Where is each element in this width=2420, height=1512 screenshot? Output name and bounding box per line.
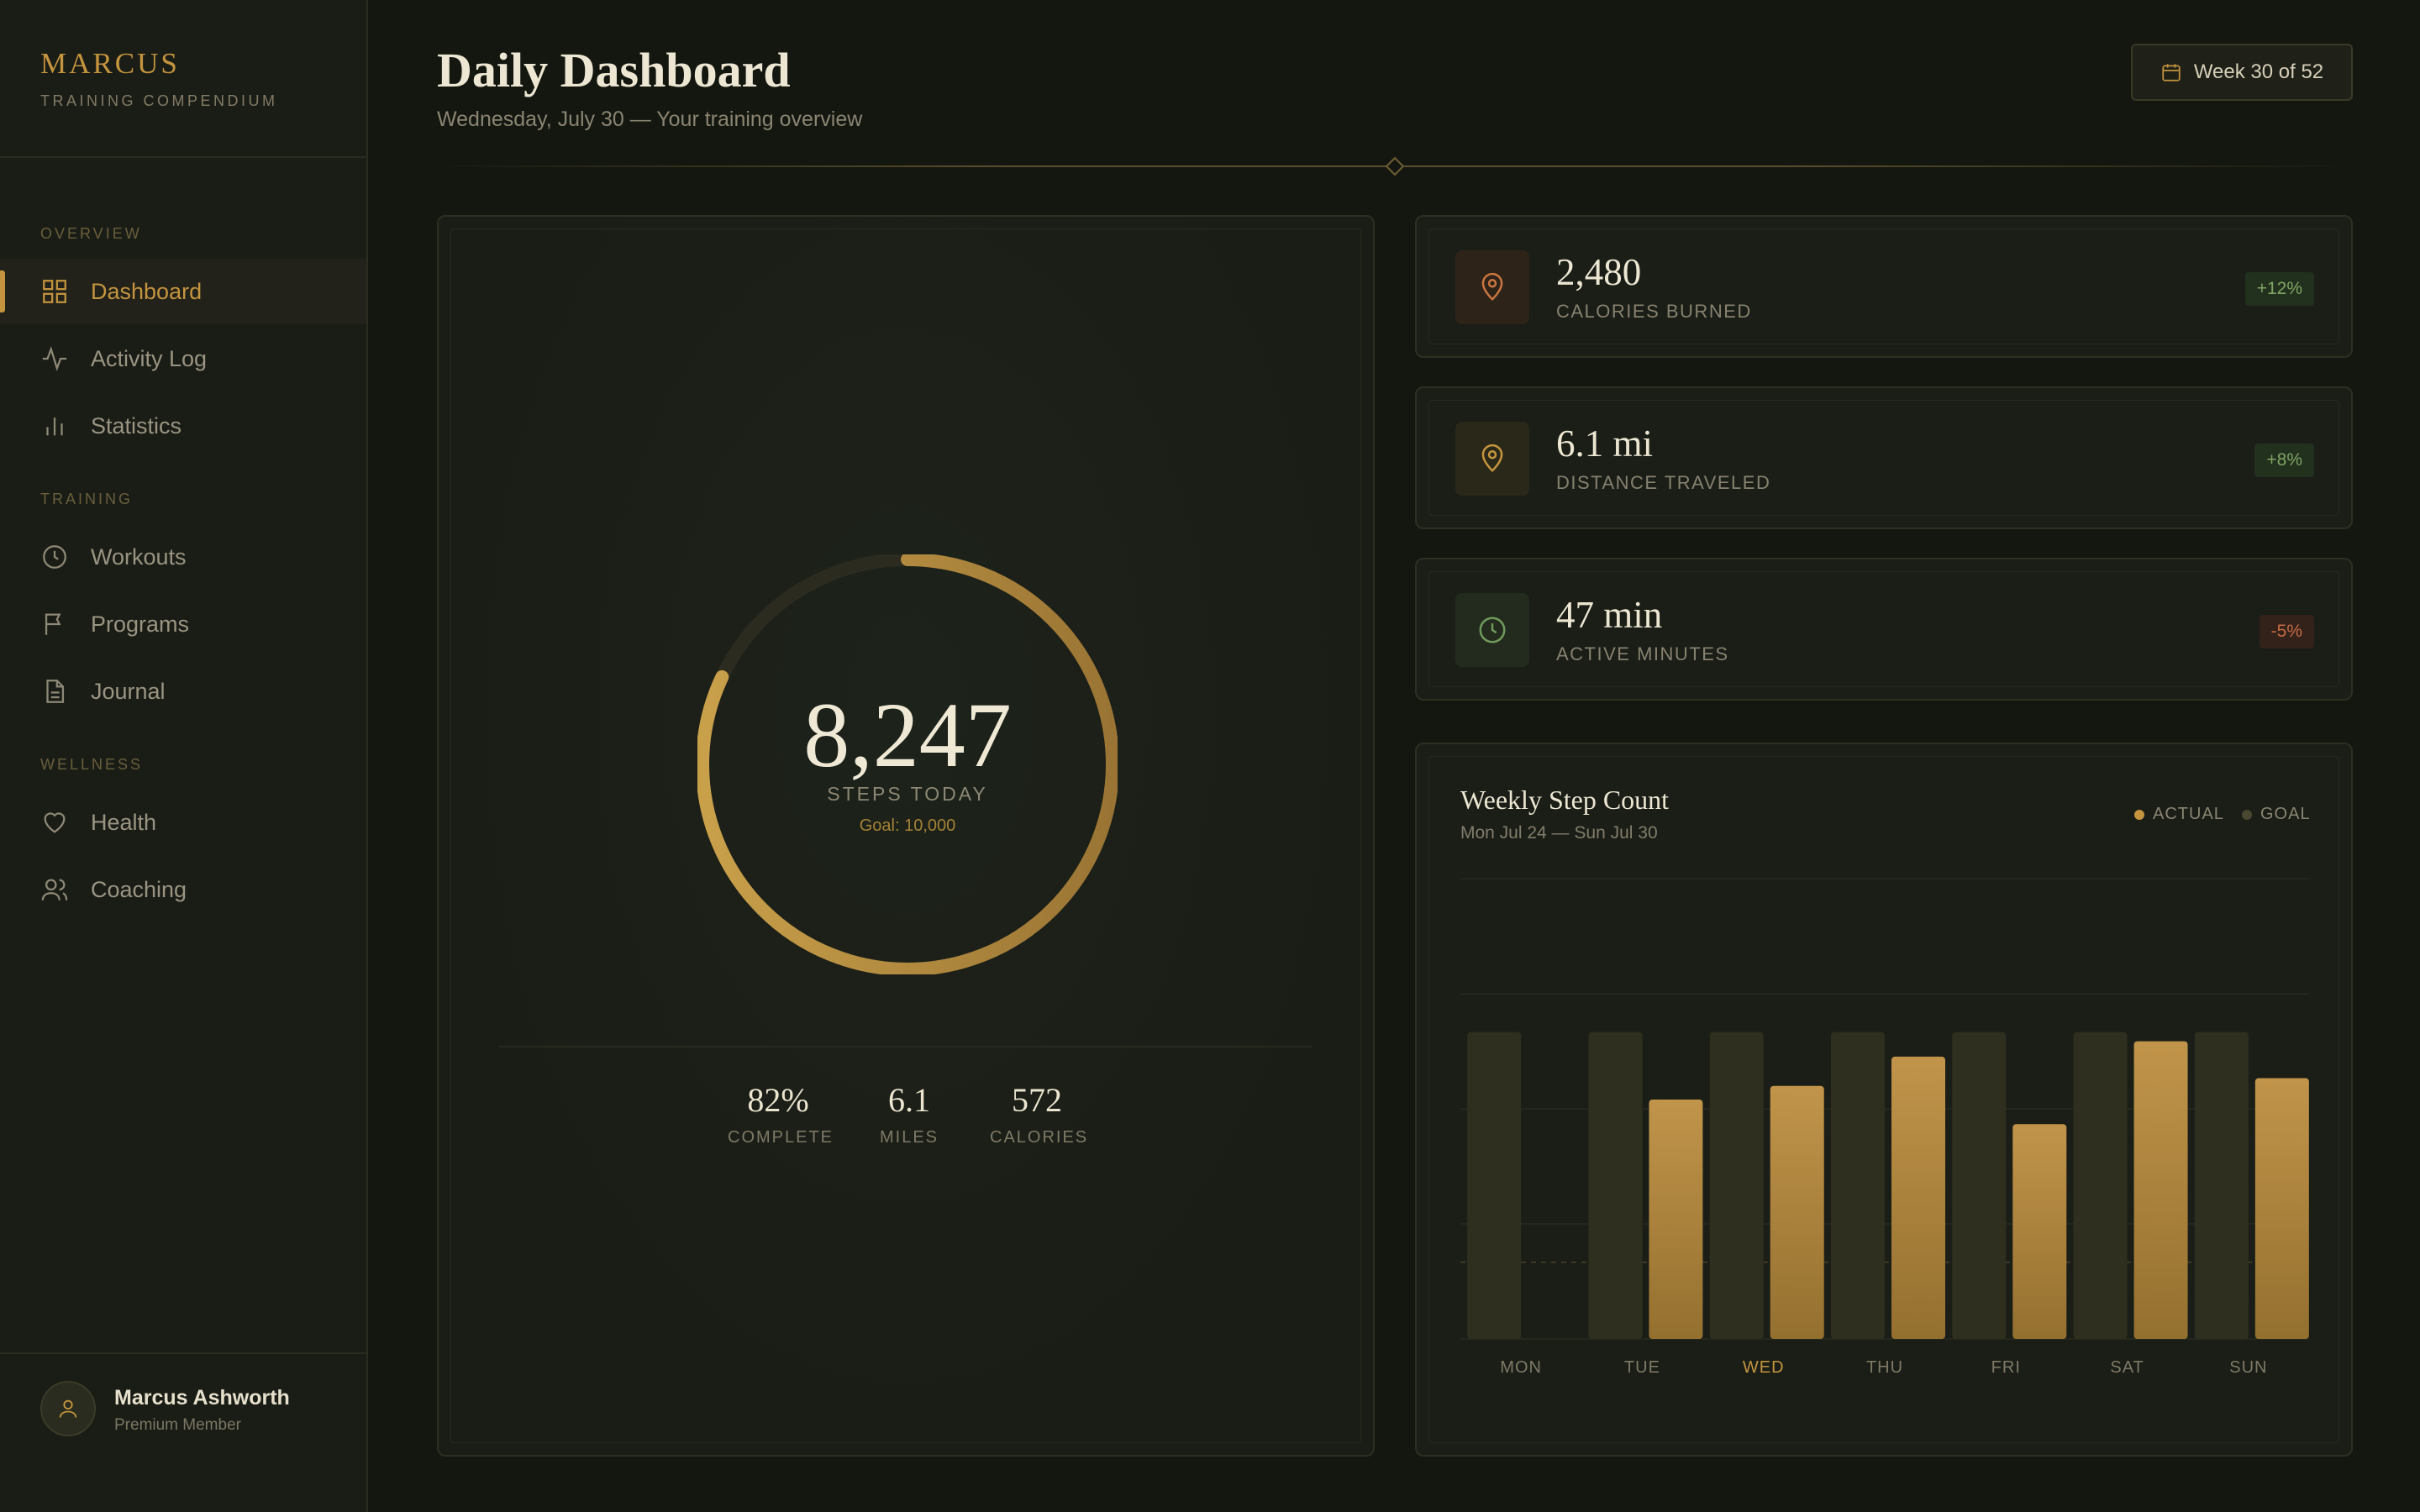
clock-icon [1455,593,1529,667]
goal-bar-tue[interactable] [1588,1032,1643,1339]
x-tick-label: SUN [2229,1358,2267,1377]
stat-value: 6.1 [888,1081,930,1119]
week-label: Week 30 of 52 [2193,60,2324,83]
stat-value: 82% [747,1081,809,1119]
trend-badge: -5% [2259,615,2314,648]
user-icon [59,1399,77,1418]
sidebar-item-label: Workouts [91,543,187,570]
divider [0,156,366,158]
divider [0,1352,366,1354]
sidebar-item-workouts[interactable]: Workouts [0,524,366,590]
avatar[interactable] [40,1381,96,1436]
sidebar-item-label: Activity Log [91,345,208,371]
sidebar-item-label: Programs [91,611,190,637]
stat-label: COMPLETE [728,1128,834,1147]
x-tick-label: FRI [1991,1358,2021,1377]
metric-label: ACTIVE MINUTES [1556,643,1729,664]
page-title: Daily Dashboard [437,43,791,97]
stat-value: 572 [1012,1081,1062,1119]
goal-bar-sat[interactable] [2073,1032,2128,1339]
actual-bar-sat[interactable] [2133,1041,2188,1339]
metric-card-active-minutes[interactable]: 47 min ACTIVE MINUTES -5% [1415,558,2353,701]
users-icon [40,875,69,904]
metric-card-calories[interactable]: 2,480 CALORIES BURNED +12% [1415,215,2353,358]
clock-icon [40,543,69,571]
divider-ornament [1385,156,1405,176]
sidebar: MARCUS TRAINING COMPENDIUM OVERVIEW Dash… [0,0,368,1512]
steps-goal: Goal: 10,000 [859,816,956,835]
x-tick-label: MON [1500,1358,1542,1377]
actual-bar-wed[interactable] [1770,1085,1824,1339]
flag-icon [40,610,69,638]
sidebar-item-label: Dashboard [91,278,203,304]
weekly-step-chart: MON TUE WED THU FRI SAT SUN [1460,878,2309,1377]
x-tick-label: SAT [2110,1358,2144,1377]
sidebar-item-journal[interactable]: Journal [0,659,366,724]
calendar-icon [2162,64,2181,81]
sidebar-item-statistics[interactable]: Statistics [0,393,366,459]
actual-bar-fri[interactable] [2012,1124,2067,1339]
brand-subtitle: TRAINING COMPENDIUM [40,92,278,109]
page-subtitle: Wednesday, July 30 — Your training overv… [437,108,863,131]
brand-name: MARCUS [40,47,180,80]
actual-bar-thu[interactable] [1891,1056,1945,1339]
actual-bar-tue[interactable] [1649,1100,1703,1339]
map-pin-icon [1455,422,1529,496]
metric-value: 2,480 [1556,251,1642,293]
x-tick-label: TUE [1624,1358,1660,1377]
pulse-icon [40,344,69,373]
stat-miles: 6.1 MILES [867,1080,951,1147]
sidebar-item-label: Journal [91,678,166,704]
steps-label: STEPS TODAY [827,783,988,805]
map-pin-icon [1455,250,1529,324]
metric-value: 47 min [1556,594,1663,636]
x-tick-label: WED [1743,1358,1785,1377]
grid-icon [40,277,69,306]
metric-value: 6.1 mi [1556,423,1654,465]
metric-card-distance[interactable]: 6.1 mi DISTANCE TRAVELED +8% [1415,386,2353,529]
goal-bar-mon[interactable] [1467,1032,1522,1339]
actual-bar-sun[interactable] [2254,1078,2309,1339]
goal-bar-fri[interactable] [1952,1032,2007,1339]
section-title-wellness: WELLNESS [40,756,144,773]
divider [499,1046,1313,1047]
profile-role: Premium Member [114,1416,241,1434]
sidebar-item-label: Statistics [91,412,182,438]
stat-label: MILES [879,1128,939,1147]
sidebar-item-coaching[interactable]: Coaching [0,857,366,922]
sidebar-item-programs[interactable]: Programs [0,591,366,657]
metric-label: CALORIES BURNED [1556,301,1752,322]
goal-bar-sun[interactable] [2194,1032,2249,1339]
goal-bar-thu[interactable] [1831,1032,1885,1339]
steps-value: 8,247 [803,684,1012,786]
sidebar-item-health[interactable]: Health [0,790,366,855]
sidebar-item-dashboard[interactable]: Dashboard [0,259,366,324]
section-title-training: TRAINING [40,491,134,507]
trend-badge: +12% [2244,272,2314,306]
stat-calories: 572 CALORIES [990,1080,1089,1147]
stat-label: CALORIES [990,1128,1089,1147]
goal-bar-wed[interactable] [1709,1032,1764,1339]
x-tick-label: THU [1866,1358,1903,1377]
brand: MARCUS TRAINING COMPENDIUM [40,47,278,110]
stat-complete: 82% COMPLETE [728,1080,834,1147]
trend-badge: +8% [2254,444,2314,477]
sidebar-item-label: Coaching [91,876,187,902]
week-selector-button[interactable]: Week 30 of 52 [2131,44,2353,101]
document-icon [40,677,69,706]
sidebar-item-activity-log[interactable]: Activity Log [0,326,366,391]
bar-chart-icon [40,412,69,440]
sidebar-item-label: Health [91,809,157,835]
metric-label: DISTANCE TRAVELED [1556,472,1771,493]
section-title-overview: OVERVIEW [40,225,142,242]
profile-name: Marcus Ashworth [114,1386,290,1410]
heart-icon [40,808,69,837]
